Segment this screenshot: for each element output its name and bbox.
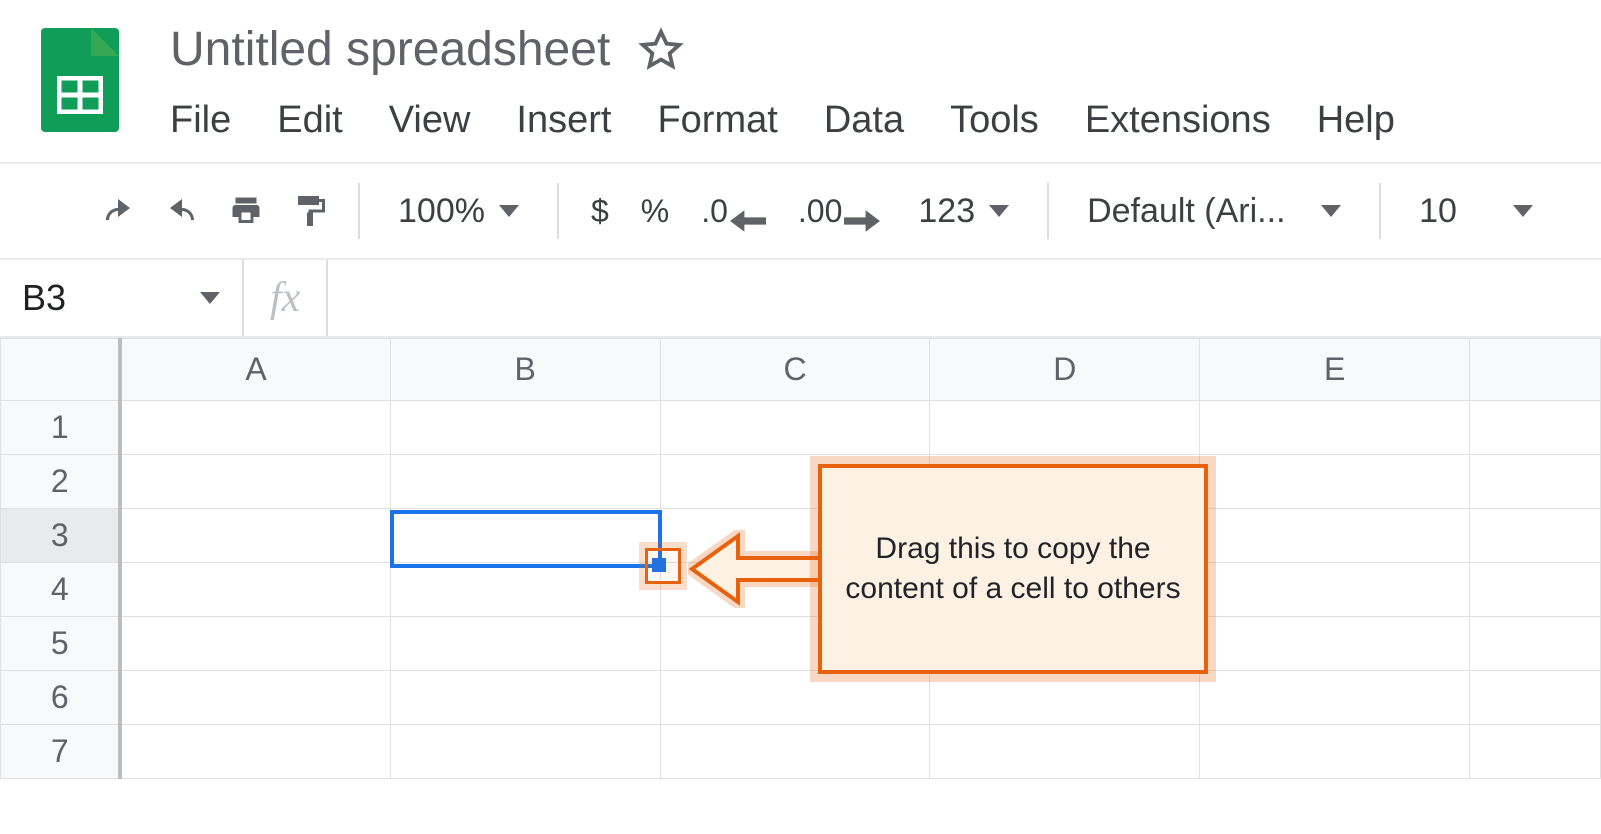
column-header-a[interactable]: A bbox=[120, 339, 390, 401]
arrow-right-small-icon bbox=[844, 203, 880, 239]
menu-edit[interactable]: Edit bbox=[277, 99, 342, 142]
print-button[interactable] bbox=[218, 183, 274, 239]
chevron-down-icon bbox=[200, 292, 220, 304]
chevron-down-icon bbox=[989, 205, 1009, 217]
row-header-3[interactable]: 3 bbox=[1, 509, 121, 563]
undo-icon bbox=[100, 193, 136, 229]
toolbar-separator bbox=[1047, 183, 1049, 239]
cell-d7[interactable] bbox=[930, 725, 1200, 779]
row-header-2[interactable]: 2 bbox=[1, 455, 121, 509]
formula-bar: B3 fx bbox=[0, 260, 1601, 338]
cell-e1[interactable] bbox=[1200, 401, 1470, 455]
column-header-e[interactable]: E bbox=[1200, 339, 1470, 401]
menu-format[interactable]: Format bbox=[657, 99, 777, 142]
document-title[interactable]: Untitled spreadsheet bbox=[170, 22, 610, 77]
column-header-d[interactable]: D bbox=[930, 339, 1200, 401]
annotation-text: Drag this to copy the content of a cell … bbox=[842, 529, 1184, 610]
toolbar-separator bbox=[358, 183, 360, 239]
menu-view[interactable]: View bbox=[389, 99, 471, 142]
select-all-corner[interactable] bbox=[1, 339, 121, 401]
cell-e7[interactable] bbox=[1200, 725, 1470, 779]
menu-insert[interactable]: Insert bbox=[516, 99, 611, 142]
cell-c6[interactable] bbox=[660, 671, 930, 725]
chevron-down-icon bbox=[1321, 205, 1341, 217]
paint-format-button[interactable] bbox=[282, 183, 338, 239]
star-icon[interactable] bbox=[638, 27, 684, 73]
cell-b5[interactable] bbox=[390, 617, 660, 671]
row-header-7[interactable]: 7 bbox=[1, 725, 121, 779]
more-formats-dropdown[interactable]: 123 bbox=[900, 192, 1027, 231]
menu-help[interactable]: Help bbox=[1317, 99, 1395, 142]
spreadsheet-grid: A B C D E 1 2 3 4 5 6 7 Drag this to cop… bbox=[0, 338, 1601, 779]
annotation-callout: Drag this to copy the content of a cell … bbox=[818, 464, 1208, 674]
cell-e2[interactable] bbox=[1200, 455, 1470, 509]
toolbar-separator bbox=[557, 183, 559, 239]
chevron-down-icon bbox=[499, 205, 519, 217]
font-family-dropdown[interactable]: Default (Ari... bbox=[1069, 192, 1359, 231]
cell-a3[interactable] bbox=[120, 509, 390, 563]
decrease-decimal-button[interactable]: .0 bbox=[689, 183, 778, 239]
paint-roller-icon bbox=[292, 193, 328, 229]
menu-bar: File Edit View Insert Format Data Tools … bbox=[170, 77, 1581, 162]
name-box[interactable]: B3 bbox=[0, 260, 244, 336]
column-header-extra[interactable] bbox=[1470, 339, 1601, 401]
redo-icon bbox=[164, 193, 200, 229]
cell-a6[interactable] bbox=[120, 671, 390, 725]
increase-decimal-button[interactable]: .00 bbox=[786, 183, 892, 239]
print-icon bbox=[228, 193, 264, 229]
cell-b7[interactable] bbox=[390, 725, 660, 779]
cell-a5[interactable] bbox=[120, 617, 390, 671]
cell-a7[interactable] bbox=[120, 725, 390, 779]
cell-b3[interactable] bbox=[390, 509, 660, 563]
row-header-1[interactable]: 1 bbox=[1, 401, 121, 455]
cell-a4[interactable] bbox=[120, 563, 390, 617]
cell-e4[interactable] bbox=[1200, 563, 1470, 617]
cell-b6[interactable] bbox=[390, 671, 660, 725]
row-header-5[interactable]: 5 bbox=[1, 617, 121, 671]
redo-button[interactable] bbox=[154, 183, 210, 239]
chevron-down-icon bbox=[1513, 205, 1533, 217]
cell-e5[interactable] bbox=[1200, 617, 1470, 671]
cell-b2[interactable] bbox=[390, 455, 660, 509]
menu-file[interactable]: File bbox=[170, 99, 231, 142]
cell-e6[interactable] bbox=[1200, 671, 1470, 725]
toolbar: 100% $ % .0 .00 123 Default (Ari... 10 bbox=[0, 164, 1601, 260]
cell-d6[interactable] bbox=[930, 671, 1200, 725]
column-header-c[interactable]: C bbox=[660, 339, 930, 401]
column-header-b[interactable]: B bbox=[390, 339, 660, 401]
menu-extensions[interactable]: Extensions bbox=[1085, 99, 1271, 142]
cell-a2[interactable] bbox=[120, 455, 390, 509]
fx-label: fx bbox=[244, 260, 328, 336]
cell-b4[interactable] bbox=[390, 563, 660, 617]
font-size-dropdown[interactable]: 10 bbox=[1401, 192, 1551, 231]
cell-c1[interactable] bbox=[660, 401, 930, 455]
sheets-icon bbox=[57, 76, 103, 114]
currency-button[interactable]: $ bbox=[579, 183, 621, 239]
percent-button[interactable]: % bbox=[629, 183, 681, 239]
cell-c7[interactable] bbox=[660, 725, 930, 779]
cell-e3[interactable] bbox=[1200, 509, 1470, 563]
undo-button[interactable] bbox=[90, 183, 146, 239]
cell-a1[interactable] bbox=[120, 401, 390, 455]
app-header: Untitled spreadsheet File Edit View Inse… bbox=[0, 0, 1601, 164]
menu-tools[interactable]: Tools bbox=[950, 99, 1039, 142]
zoom-dropdown[interactable]: 100% bbox=[380, 192, 537, 231]
zoom-value: 100% bbox=[398, 192, 485, 231]
row-header-6[interactable]: 6 bbox=[1, 671, 121, 725]
app-logo[interactable] bbox=[20, 10, 140, 132]
menu-data[interactable]: Data bbox=[824, 99, 904, 142]
annotation-arrow bbox=[688, 530, 822, 608]
cell-d1[interactable] bbox=[930, 401, 1200, 455]
arrow-left-small-icon bbox=[730, 203, 766, 239]
cell-b1[interactable] bbox=[390, 401, 660, 455]
cell-reference: B3 bbox=[22, 277, 180, 319]
toolbar-separator bbox=[1379, 183, 1381, 239]
row-header-4[interactable]: 4 bbox=[1, 563, 121, 617]
